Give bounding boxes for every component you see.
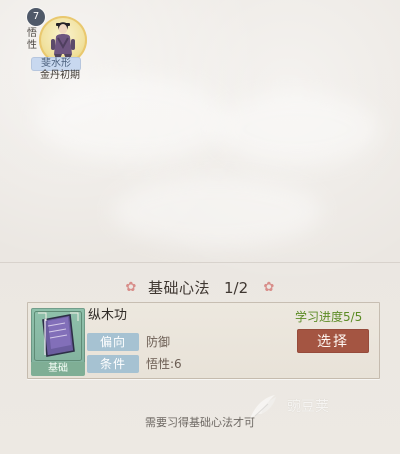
level-badge: 7 bbox=[27, 8, 45, 26]
watermark-text: 豌豆荚 bbox=[287, 399, 329, 415]
condition-row: 条件 悟性:6 bbox=[87, 355, 247, 373]
background-mist bbox=[214, 92, 380, 166]
direction-label: 偏向 bbox=[87, 333, 139, 351]
character-realm: 金丹初期 bbox=[40, 70, 80, 81]
select-button[interactable]: 选择 bbox=[297, 329, 369, 353]
condition-value: 悟性:6 bbox=[146, 357, 182, 371]
mind-method-header: ✿ 基础心法 1/2 ✿ bbox=[0, 277, 400, 301]
book-icon bbox=[34, 311, 82, 361]
direction-row: 偏向 防御 bbox=[87, 333, 247, 351]
background-mist bbox=[36, 76, 226, 162]
skill-name: 纵木功 bbox=[88, 308, 128, 323]
learning-progress: 学习进度5/5 bbox=[295, 310, 363, 324]
character-name: 斐水形 bbox=[31, 57, 81, 71]
condition-label: 条件 bbox=[87, 355, 139, 373]
direction-value: 防御 bbox=[146, 335, 171, 349]
requirement-notice: 需要习得基础心法才可 bbox=[145, 416, 255, 429]
background-mist bbox=[112, 176, 322, 248]
character-card[interactable]: 7 悟性 斐水形 金丹初期 bbox=[15, 8, 89, 81]
section-count: 1/2 bbox=[224, 279, 249, 297]
book-tag: 基础 bbox=[31, 362, 85, 376]
attribute-label: 悟性 bbox=[27, 28, 37, 51]
flower-icon: ✿ bbox=[125, 280, 137, 295]
section-title: 基础心法 bbox=[148, 279, 211, 297]
game-screen: 7 悟性 斐水形 金丹初期 ✿ 基础心法 1/2 ✿ 基础 纵木功 偏向 防御 … bbox=[0, 0, 400, 454]
character-portrait bbox=[51, 22, 75, 59]
flower-icon: ✿ bbox=[263, 280, 275, 295]
section-separator bbox=[0, 262, 400, 263]
skill-book-thumbnail bbox=[31, 308, 85, 364]
skill-card[interactable]: 基础 纵木功 偏向 防御 条件 悟性:6 学习进度5/5 选择 bbox=[27, 302, 380, 379]
